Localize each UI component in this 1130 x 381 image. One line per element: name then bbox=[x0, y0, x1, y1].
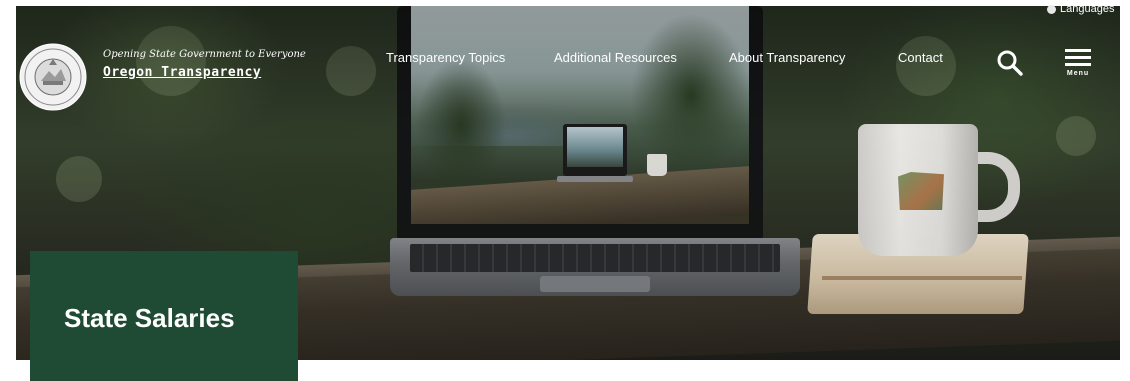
languages-label: Languages bbox=[1060, 3, 1115, 15]
state-seal-icon[interactable] bbox=[19, 43, 87, 111]
site-name-link[interactable]: Oregon Transparency bbox=[103, 65, 261, 80]
nav-about-transparency[interactable]: About Transparency bbox=[729, 50, 845, 65]
page-title: State Salaries bbox=[64, 303, 235, 333]
menu-label: Menu bbox=[1066, 70, 1090, 77]
search-icon bbox=[997, 50, 1023, 76]
nav-contact[interactable]: Contact bbox=[898, 50, 943, 65]
page-title-box: State Salaries bbox=[30, 251, 298, 381]
nav-transparency-topics[interactable]: Transparency Topics bbox=[386, 50, 505, 65]
globe-icon bbox=[1047, 4, 1056, 14]
nav-additional-resources[interactable]: Additional Resources bbox=[554, 50, 677, 65]
languages-link[interactable]: Languages bbox=[1047, 3, 1114, 15]
menu-button[interactable]: Menu bbox=[1058, 43, 1098, 83]
search-button[interactable] bbox=[995, 48, 1025, 78]
site-tagline: Opening State Government to Everyone bbox=[103, 49, 306, 60]
hamburger-menu-icon bbox=[1058, 49, 1098, 66]
